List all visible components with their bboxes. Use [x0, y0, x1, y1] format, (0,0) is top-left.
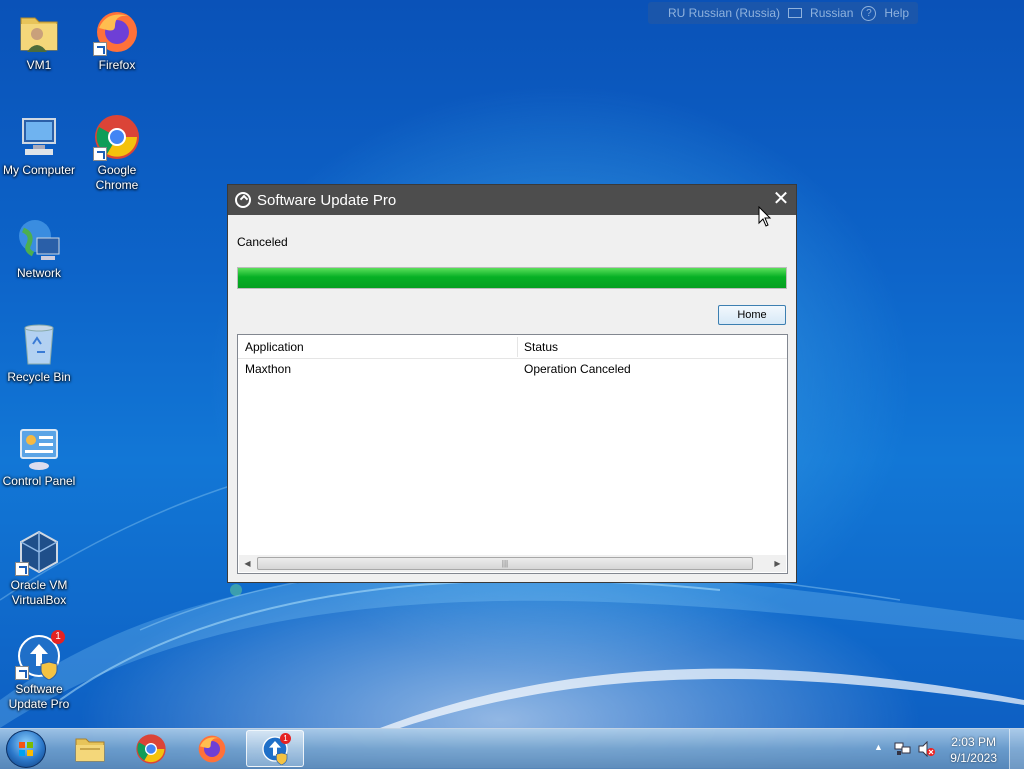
horizontal-scrollbar[interactable]: ◀ ||| ▶	[239, 555, 786, 572]
control-panel-icon	[15, 424, 63, 472]
shortcut-arrow-icon	[15, 562, 29, 576]
desktop-icon-label: Network	[16, 266, 61, 280]
notification-badge: 1	[51, 630, 65, 644]
firefox-icon	[198, 735, 226, 762]
software-update-dialog: Software Update Pro ✕ Canceled Home Appl…	[227, 184, 797, 583]
taskbar-chrome-button[interactable]	[122, 730, 180, 767]
progress-fill	[238, 268, 786, 288]
help-label[interactable]: Help	[884, 6, 909, 20]
windows-logo-icon	[19, 742, 33, 756]
system-tray: ▲ 2:03 PM 9/1/2023	[864, 729, 1024, 769]
virtualbox-icon	[15, 528, 63, 576]
dialog-titlebar[interactable]: Software Update Pro ✕	[228, 185, 796, 215]
desktop-icon-control-panel[interactable]: Control Panel	[0, 424, 79, 489]
show-desktop-button[interactable]	[1009, 729, 1024, 769]
desktop-icon-network[interactable]: Network	[0, 216, 79, 281]
recycle-bin-icon	[15, 320, 63, 368]
explorer-icon	[75, 738, 105, 761]
firefox-icon	[93, 8, 141, 56]
home-button[interactable]: Home	[718, 305, 786, 325]
shortcut-arrow-icon	[93, 147, 107, 161]
scroll-right-icon[interactable]: ▶	[769, 555, 786, 572]
taskbar-software-update-button[interactable]: 1	[246, 730, 304, 767]
desktop-icon-label: My Computer	[2, 163, 76, 177]
user-folder-icon	[15, 8, 63, 56]
taskbar-firefox-button[interactable]	[183, 730, 241, 767]
keyboard-layout[interactable]: Russian	[810, 6, 853, 20]
tray-expand-icon[interactable]: ▲	[874, 742, 883, 752]
chrome-icon	[93, 113, 141, 161]
mouse-cursor-icon	[758, 206, 772, 227]
desktop-icon-label: Software Update Pro	[8, 682, 70, 711]
clock-time: 2:03 PM	[951, 735, 996, 749]
desktop-icon-label: Control Panel	[2, 474, 76, 488]
desktop-icon-my-computer[interactable]: My Computer	[0, 113, 79, 178]
list-item[interactable]: Maxthon Operation Canceled	[238, 359, 787, 379]
software-update-icon: 1	[15, 630, 65, 681]
scroll-thumb[interactable]: |||	[257, 557, 753, 570]
desktop-icon-virtualbox[interactable]: Oracle VM VirtualBox	[0, 528, 79, 608]
desktop-icon-google-chrome[interactable]: Google Chrome	[77, 113, 157, 193]
progress-bar	[237, 267, 787, 289]
column-header-status[interactable]: Status	[517, 335, 787, 358]
network-icon	[15, 216, 63, 264]
desktop-icon-label: VM1	[26, 58, 52, 72]
computer-icon	[15, 113, 63, 161]
start-button[interactable]	[6, 730, 46, 768]
desktop-icon-label: Firefox	[98, 58, 136, 72]
taskbar-explorer-button[interactable]	[61, 730, 119, 767]
dialog-title: Software Update Pro	[257, 191, 397, 209]
language-bar[interactable]: RU Russian (Russia) Russian ? Help	[648, 2, 918, 24]
taskbar-clock[interactable]: 2:03 PM 9/1/2023	[950, 734, 997, 766]
network-tray-icon[interactable]	[894, 741, 912, 757]
desktop-icon-label: Recycle Bin	[7, 370, 71, 384]
desktop-icon-label: Google Chrome	[95, 163, 139, 192]
language-indicator[interactable]: RU Russian (Russia)	[668, 6, 780, 20]
chrome-icon	[136, 733, 166, 764]
help-icon[interactable]: ?	[861, 5, 877, 21]
desktop-icon-label: Oracle VM VirtualBox	[10, 578, 68, 607]
shortcut-arrow-icon	[15, 666, 29, 680]
list-header: Application Status	[238, 335, 787, 359]
keyboard-icon	[788, 8, 803, 18]
status-text: Canceled	[237, 235, 288, 249]
desktop-icon-vm1[interactable]: VM1	[0, 8, 79, 73]
clock-date: 9/1/2023	[950, 751, 997, 765]
application-list[interactable]: Application Status Maxthon Operation Can…	[237, 334, 788, 574]
cell-application: Maxthon	[245, 362, 292, 376]
taskbar: 1 ▲ 2:03 PM 9/1/2023	[0, 728, 1024, 769]
scroll-left-icon[interactable]: ◀	[239, 555, 256, 572]
shortcut-arrow-icon	[93, 42, 107, 56]
column-header-application[interactable]: Application	[238, 335, 517, 358]
desktop-icon-firefox[interactable]: Firefox	[77, 8, 157, 73]
desktop-icon-recycle-bin[interactable]: Recycle Bin	[0, 320, 79, 385]
app-upload-icon	[235, 192, 251, 208]
cell-status: Operation Canceled	[524, 362, 631, 376]
notification-badge: 1	[280, 733, 291, 744]
desktop-icon-software-update-pro[interactable]: 1 Software Update Pro	[0, 630, 79, 712]
volume-muted-icon[interactable]	[918, 741, 936, 757]
